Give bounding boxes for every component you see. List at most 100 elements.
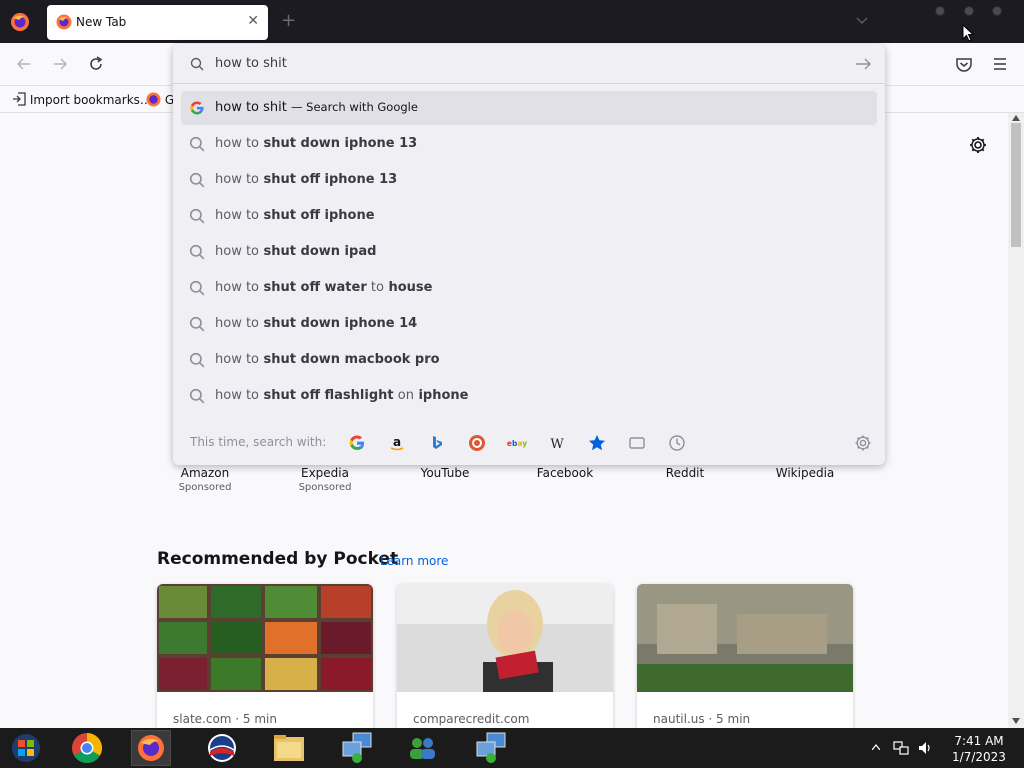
wikipedia-icon[interactable]: W (547, 433, 567, 453)
suggestion-completion: shut down ipad (259, 244, 377, 259)
url-input[interactable]: how to shit (173, 44, 885, 84)
suggestion-tail: on (393, 388, 414, 403)
tab-strip: New Tab ✕ + (0, 0, 1024, 43)
suggestion-typed: how to (215, 136, 260, 151)
top-site-name: Amazon (180, 466, 230, 480)
amazon-icon[interactable]: a (387, 433, 407, 453)
suggestion-typed: how to (215, 388, 260, 403)
tab-new-tab[interactable]: New Tab ✕ (47, 5, 268, 40)
ebay-icon[interactable]: ebay (507, 433, 527, 453)
top-site-reddit[interactable]: Reddit (635, 466, 735, 480)
card-image-woman-credit-card (397, 584, 613, 692)
url-input-text: how to shit (215, 56, 287, 71)
suggestion-search-google[interactable]: how to shit — Search with Google (181, 91, 877, 125)
suggestion-tail-bold: iphone (413, 388, 469, 403)
suggestion-item[interactable]: how to shut down macbook pro (181, 343, 877, 377)
suggestion-completion: shut off iphone 13 (259, 172, 398, 187)
suggestion-item[interactable]: how to shut off iphone 13 (181, 163, 877, 197)
pocket-section-title: Recommended by Pocket (157, 549, 399, 569)
mouse-cursor-icon (962, 24, 974, 42)
top-site-name: Reddit (665, 466, 705, 480)
suggestion-typed: how to (215, 316, 260, 331)
one-off-search-bar: This time, search with: a ebay W (173, 422, 885, 465)
history-icon[interactable] (667, 433, 687, 453)
page-scrollbar[interactable] (1008, 113, 1024, 728)
top-site-amazon[interactable]: Amazon Sponsored (155, 466, 255, 493)
search-icon (189, 352, 205, 368)
pocket-card[interactable]: slate.com · 5 min (157, 584, 373, 734)
top-site-expedia[interactable]: Expedia Sponsored (275, 466, 375, 493)
suggestion-completion: shut off flashlight (259, 388, 394, 403)
network-icon[interactable] (893, 740, 909, 756)
maximize-button[interactable] (964, 6, 974, 16)
file-explorer-taskbar-icon[interactable] (269, 730, 309, 766)
clock-time: 7:41 AM (954, 734, 1004, 748)
svg-text:W: W (550, 437, 564, 452)
scroll-up-icon[interactable] (1012, 115, 1020, 121)
card-source: slate.com · 5 min (173, 712, 277, 726)
suggestion-typed: how to (215, 244, 260, 259)
urlbar-dropdown: how to shit how to shit — Search with Go… (173, 44, 885, 465)
scroll-down-icon[interactable] (1012, 718, 1020, 724)
pocket-card[interactable]: nautil.us · 5 min (637, 584, 853, 734)
search-icon (189, 244, 205, 260)
personalize-gear-icon[interactable] (968, 135, 988, 155)
firefox-taskbar-button[interactable] (131, 730, 171, 766)
suggestion-completion: shut off iphone (259, 208, 375, 223)
forward-icon[interactable] (51, 55, 69, 73)
top-site-youtube[interactable]: YouTube (395, 466, 495, 480)
suggestion-typed: how to (215, 352, 260, 367)
top-site-facebook[interactable]: Facebook (515, 466, 615, 480)
suggestion-item[interactable]: how to shut off flashlight on iphone (181, 379, 877, 413)
scrollbar-thumb[interactable] (1011, 123, 1021, 247)
suggestion-item[interactable]: how to shut down iphone 13 (181, 127, 877, 161)
new-tab-button[interactable]: + (281, 11, 296, 31)
bookmarks-star-icon[interactable] (587, 433, 607, 453)
show-hidden-icons-icon[interactable] (872, 744, 880, 750)
tabs-icon[interactable] (627, 433, 647, 453)
bing-icon[interactable] (427, 433, 447, 453)
suggestion-typed: how to (215, 172, 260, 187)
volume-icon[interactable] (917, 740, 933, 756)
card-image-produce (157, 584, 373, 692)
go-arrow-icon[interactable] (855, 57, 871, 71)
users-app-taskbar-icon[interactable] (402, 730, 442, 766)
chrome-taskbar-icon[interactable] (67, 730, 107, 766)
taskbar-clock[interactable]: 7:41 AM 1/7/2023 (944, 733, 1014, 765)
app-menu-icon[interactable] (991, 55, 1009, 73)
search-icon (189, 388, 205, 404)
google-icon[interactable] (347, 433, 367, 453)
minimize-button[interactable] (935, 6, 945, 16)
network-app-taskbar-icon[interactable] (337, 730, 377, 766)
import-icon (13, 92, 26, 106)
tab-title: New Tab (76, 15, 127, 29)
close-window-button[interactable] (992, 6, 1002, 16)
suggestion-completion: shut down iphone 14 (259, 316, 418, 331)
pocket-learn-more-link[interactable]: Learn more (380, 554, 448, 568)
suggestion-item[interactable]: how to shut off iphone (181, 199, 877, 233)
suggestion-item[interactable]: how to shut down ipad (181, 235, 877, 269)
firefox-menu-icon[interactable] (10, 12, 30, 32)
import-bookmarks-label: Import bookmarks… (29, 93, 152, 107)
import-bookmarks-item[interactable]: Import bookmarks… (12, 92, 152, 107)
svg-text:ebay: ebay (507, 439, 527, 448)
search-icon (189, 280, 205, 296)
tab-close-icon[interactable]: ✕ (247, 13, 259, 29)
suggestion-item[interactable]: how to shut off water to house (181, 271, 877, 305)
top-site-wikipedia[interactable]: Wikipedia (755, 466, 855, 480)
suggestion-completion: shut down macbook pro (259, 352, 440, 367)
duckduckgo-icon[interactable] (467, 433, 487, 453)
back-icon[interactable] (15, 55, 33, 73)
pocket-card[interactable]: comparecredit.com (397, 584, 613, 734)
app-logo-taskbar-icon[interactable] (202, 730, 242, 766)
firefox-favicon-icon (146, 92, 161, 107)
firefox-favicon-icon (56, 14, 72, 30)
reload-icon[interactable] (87, 55, 105, 73)
list-all-tabs-icon[interactable] (854, 12, 870, 28)
google-icon (190, 101, 204, 115)
remote-desktop-taskbar-icon[interactable] (471, 730, 511, 766)
search-settings-gear-icon[interactable] (853, 433, 873, 453)
start-button-icon[interactable] (5, 730, 45, 766)
pocket-icon[interactable] (955, 55, 973, 73)
suggestion-item[interactable]: how to shut down iphone 14 (181, 307, 877, 341)
